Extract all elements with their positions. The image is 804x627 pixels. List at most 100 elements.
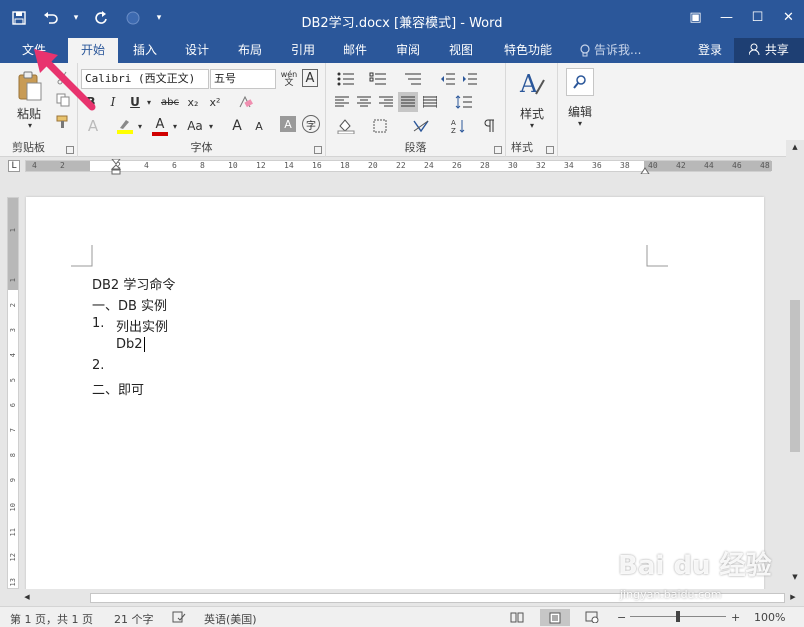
styles-icon[interactable]: A [516, 69, 548, 101]
styles-dropdown-icon[interactable]: ▾ [526, 120, 538, 130]
tab-special-features[interactable]: 特色功能 [494, 38, 562, 63]
character-border-icon[interactable]: A [302, 69, 318, 87]
scroll-right-icon[interactable]: ▶ [788, 592, 798, 602]
vruler-tick-label: 8 [9, 453, 17, 458]
maximize-button[interactable]: ☐ [742, 0, 773, 34]
tab-references[interactable]: 引用 [282, 38, 324, 63]
sign-in-link[interactable]: 登录 [698, 38, 722, 63]
document-page[interactable]: DB2 学习命令 一、DB 实例 1. 列出实例 Db2 2. 二、即可 [26, 197, 764, 589]
vruler-tick-label: 9 [9, 478, 17, 483]
numbering-icon[interactable] [364, 69, 392, 89]
zoom-level[interactable]: 100% [754, 611, 785, 624]
indent-marker-icon[interactable] [111, 159, 121, 175]
vertical-scrollbar[interactable]: ▲ ▼ [786, 140, 804, 589]
find-icon[interactable] [566, 68, 594, 96]
share-button[interactable]: 共享 [734, 38, 804, 63]
minimize-button[interactable]: — [711, 0, 742, 34]
distributed-icon[interactable] [420, 93, 440, 111]
language-indicator[interactable]: 英语(美国) [204, 611, 257, 627]
vertical-ruler[interactable]: 11234567891011121314 [7, 197, 19, 611]
font-color-button[interactable]: A [150, 115, 170, 137]
doc-list-number-2[interactable]: 2. [92, 358, 104, 373]
tab-insert[interactable]: 插入 [124, 38, 166, 63]
doc-list-subline[interactable]: Db2 [116, 337, 145, 352]
web-layout-icon[interactable] [585, 611, 599, 626]
highlight-dropdown-icon[interactable]: ▾ [135, 115, 145, 137]
highlight-button[interactable] [114, 115, 136, 137]
zoom-slider[interactable] [630, 611, 726, 622]
word-count[interactable]: 21 个字 [114, 611, 154, 627]
align-right-icon[interactable] [376, 93, 396, 111]
format-painter-icon[interactable] [54, 113, 72, 131]
phonetic-guide-icon[interactable]: wén 文 [279, 69, 299, 89]
tab-review[interactable]: 审阅 [387, 38, 429, 63]
doc-section-two[interactable]: 二、即可 [92, 379, 144, 398]
right-indent-marker-icon[interactable] [640, 165, 650, 175]
increase-indent-icon[interactable] [460, 69, 480, 89]
tab-design[interactable]: 设计 [176, 38, 218, 63]
paragraph-launcher-icon[interactable] [494, 146, 502, 154]
ruler-tick-label: 30 [508, 161, 518, 170]
status-bar: 第 1 页，共 1 页 21 个字 英语(美国) − + 100% [0, 606, 804, 627]
show-formatting-marks-icon[interactable] [480, 115, 500, 137]
character-shading-button[interactable]: A [280, 116, 296, 132]
grow-font-button[interactable]: A [228, 115, 246, 137]
italic-button[interactable]: I [104, 93, 122, 111]
zoom-in-button[interactable]: + [731, 611, 740, 624]
shrink-font-button[interactable]: A [250, 115, 268, 137]
align-center-icon[interactable] [354, 93, 374, 111]
ruler-track[interactable]: 4 2 2 4 6 8 10 12 14 16 18 20 22 24 26 28 30 32 34 36 38 40 42… [25, 160, 772, 172]
clear-formatting-icon[interactable] [234, 93, 256, 111]
tell-me-box[interactable]: 告诉我... [580, 38, 641, 63]
proofing-icon[interactable] [172, 611, 186, 626]
tab-mailings[interactable]: 邮件 [334, 38, 376, 63]
scroll-down-icon[interactable]: ▼ [790, 572, 800, 582]
title-bar: ▾ ▾ DB2学习.docx [兼容模式] - Word ▣ — ☐ ✕ [0, 0, 804, 38]
window-controls: ▣ — ☐ ✕ [680, 0, 804, 34]
tab-view[interactable]: 视图 [440, 38, 482, 63]
doc-list-item-1[interactable]: 列出实例 [116, 316, 168, 335]
doc-section-one[interactable]: 一、DB 实例 [92, 295, 167, 314]
scroll-up-icon[interactable]: ▲ [790, 142, 800, 152]
tab-layout[interactable]: 布局 [229, 38, 271, 63]
font-size-select[interactable]: 五号 [210, 69, 276, 89]
underline-dropdown-icon[interactable]: ▾ [144, 93, 154, 111]
read-mode-icon[interactable] [510, 611, 524, 626]
underline-button[interactable]: U [126, 93, 144, 111]
decrease-indent-icon[interactable] [438, 69, 458, 89]
enclose-characters-button[interactable]: 字 [302, 115, 320, 133]
subscript-button[interactable]: x₂ [184, 93, 202, 111]
font-color-dropdown-icon[interactable]: ▾ [170, 115, 180, 137]
ribbon-display-options-icon[interactable]: ▣ [680, 0, 711, 34]
align-left-icon[interactable] [332, 93, 352, 111]
bullets-icon[interactable] [332, 69, 360, 89]
change-case-dropdown-icon[interactable]: ▾ [206, 115, 216, 137]
close-button[interactable]: ✕ [773, 0, 804, 34]
sort-icon[interactable]: AZ [448, 115, 468, 137]
clipboard-launcher-icon[interactable] [66, 146, 74, 154]
styles-launcher-icon[interactable] [546, 146, 554, 154]
tab-selector-icon[interactable]: L [8, 160, 20, 172]
vertical-scroll-thumb[interactable] [790, 300, 800, 452]
doc-heading[interactable]: DB2 学习命令 [92, 274, 175, 293]
change-case-button[interactable]: Aa [184, 115, 206, 137]
shading-icon[interactable] [332, 115, 360, 137]
font-name-select[interactable]: Calibri (西文正文) [81, 69, 209, 89]
line-spacing-icon[interactable] [450, 93, 478, 111]
vruler-tick-label: 4 [9, 353, 17, 358]
superscript-button[interactable]: x² [206, 93, 224, 111]
justify-icon[interactable] [398, 92, 418, 112]
editing-dropdown-icon[interactable]: ▾ [574, 118, 586, 128]
borders-icon[interactable] [366, 115, 394, 137]
scroll-left-icon[interactable]: ◀ [22, 592, 32, 602]
chinese-layout-icon[interactable] [406, 115, 436, 137]
font-launcher-icon[interactable] [314, 146, 322, 154]
print-layout-icon[interactable] [540, 609, 570, 626]
text-effects-button[interactable]: A [82, 115, 104, 137]
strikethrough-button[interactable]: abc [158, 93, 182, 111]
zoom-out-button[interactable]: − [617, 611, 626, 624]
multilevel-list-icon[interactable] [398, 69, 428, 89]
page-count[interactable]: 第 1 页，共 1 页 [10, 611, 93, 627]
zoom-slider-thumb[interactable] [676, 611, 680, 622]
paste-dropdown-icon[interactable]: ▾ [24, 120, 36, 130]
